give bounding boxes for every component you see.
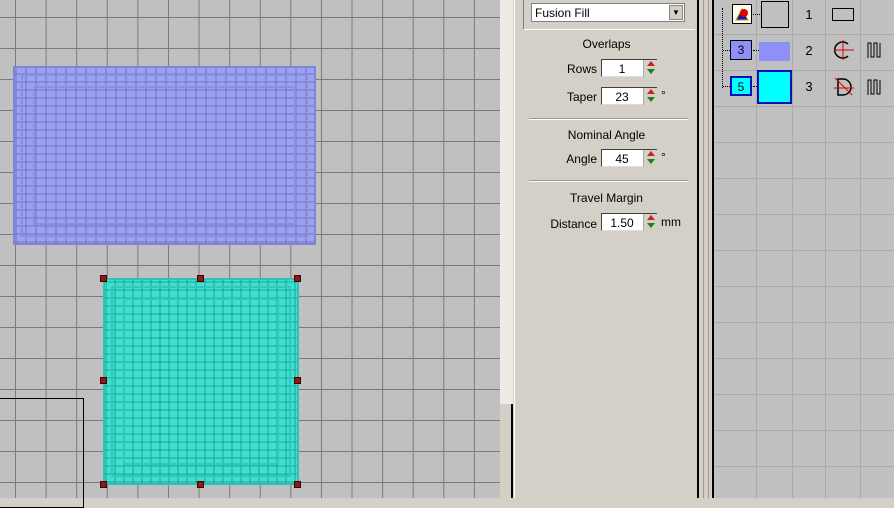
angle-unit: ° (661, 150, 666, 164)
travel-margin-title: Travel Margin (570, 191, 643, 205)
tree-connector (722, 8, 723, 88)
rows-label: Rows (566, 62, 597, 76)
panel-splitter[interactable] (697, 0, 714, 498)
color-object-list: 1 3 2 5 3 (714, 0, 894, 498)
taper-input[interactable]: 23 (601, 87, 657, 105)
color-swatch-3-selected[interactable] (757, 70, 792, 104)
angle-spinner[interactable] (643, 150, 657, 167)
stitch-contour (123, 298, 279, 465)
object-number: 2 (805, 43, 813, 58)
selection-handle[interactable] (197, 275, 204, 282)
selection-handle[interactable] (294, 275, 301, 282)
color-badge-selected[interactable]: 5 (730, 76, 752, 96)
nominal-angle-title: Nominal Angle (567, 128, 646, 142)
rows-input[interactable]: 1 (601, 59, 657, 77)
taper-spinner[interactable] (643, 88, 657, 105)
selection-handle[interactable] (294, 481, 301, 488)
taper-label: Taper (566, 90, 597, 104)
stitch-contour (33, 86, 296, 225)
overlaps-title: Overlaps (582, 37, 631, 51)
object-number: 3 (805, 79, 813, 94)
circle-fill-icon (833, 40, 854, 60)
distance-spinner[interactable] (643, 214, 657, 231)
d-shape-fill-icon (834, 77, 854, 96)
divider (529, 118, 688, 120)
design-canvas[interactable] (0, 0, 500, 508)
scrollbar-thumb[interactable] (500, 0, 513, 404)
color-swatch-1[interactable] (761, 1, 789, 28)
angle-input[interactable]: 45 (601, 149, 657, 167)
selection-handle[interactable] (294, 377, 301, 384)
distance-unit: mm (661, 215, 681, 229)
rows-value: 1 (618, 62, 626, 76)
outline-object[interactable] (0, 398, 84, 508)
object-properties-panel: Fusion Fill ▼ Overlaps Rows 1 Taper 23 ° … (514, 0, 697, 498)
taper-value: 23 (615, 90, 629, 104)
fill-type-dropdown[interactable]: Fusion Fill ▼ (531, 3, 685, 22)
taper-unit: ° (661, 88, 666, 102)
vertical-scrollbar[interactable] (500, 0, 514, 498)
divider (529, 180, 688, 182)
object-number: 1 (805, 7, 813, 22)
selection-handle[interactable] (197, 481, 204, 488)
tree-connector (723, 86, 730, 87)
selection-handle[interactable] (100, 275, 107, 282)
group-icon[interactable] (732, 4, 752, 24)
angle-value: 45 (615, 152, 629, 166)
rectangle-outline-icon (832, 8, 854, 21)
zigzag-stitch-icon (867, 79, 881, 95)
distance-label: Distance (550, 217, 597, 231)
selection-handle[interactable] (100, 377, 107, 384)
angle-label: Angle (566, 152, 597, 166)
color-swatch-2[interactable] (759, 42, 790, 61)
distance-input[interactable]: 1.50 (601, 213, 657, 231)
fill-type-value: Fusion Fill (535, 6, 590, 20)
selection-handle[interactable] (100, 481, 107, 488)
dropdown-arrow-icon[interactable]: ▼ (669, 5, 683, 20)
color-badge[interactable]: 3 (730, 40, 752, 60)
rows-spinner[interactable] (643, 60, 657, 77)
embroidery-object-cyan-selected[interactable] (103, 278, 299, 485)
distance-value: 1.50 (610, 216, 634, 230)
scrollbar-edge (511, 404, 513, 498)
embroidery-object-blue[interactable] (13, 66, 316, 245)
zigzag-stitch-icon (867, 42, 881, 58)
